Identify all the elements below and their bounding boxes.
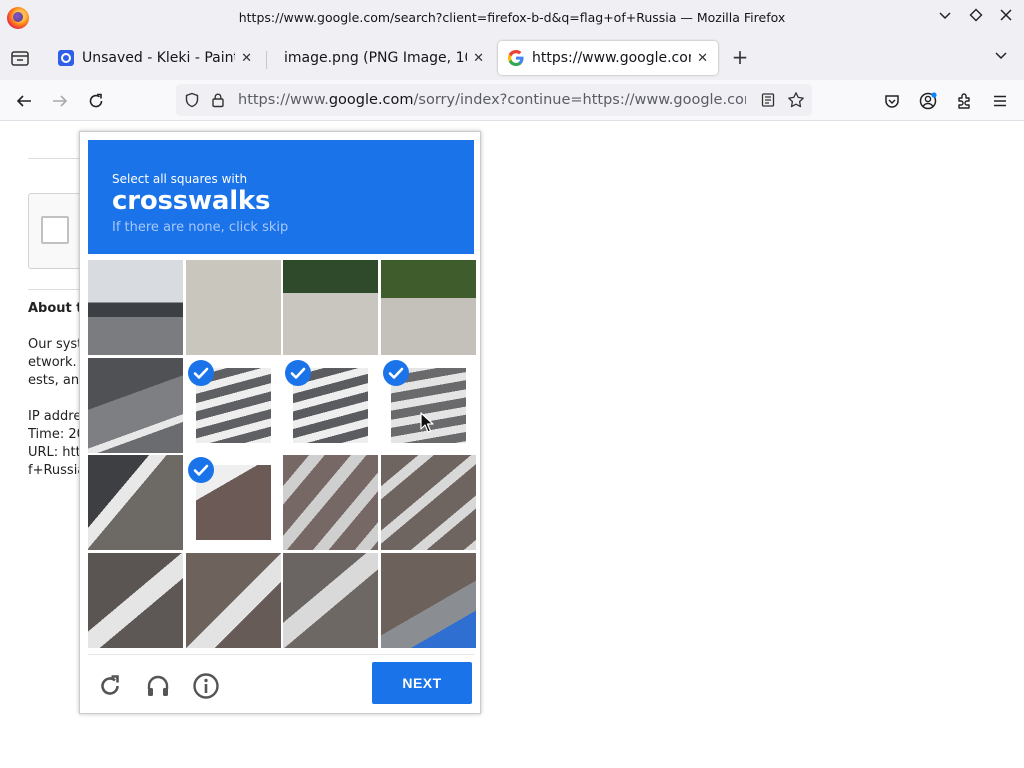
time-line: Time: 20 <box>28 427 85 442</box>
window-title: https://www.google.com/search?client=fir… <box>238 10 786 25</box>
pocket-icon[interactable] <box>879 88 905 114</box>
captcha-tile[interactable] <box>381 455 476 551</box>
challenge-instruction: Select all squares with <box>112 172 248 186</box>
tab-label: image.png (PNG Image, 1016 × 1016 pixels… <box>284 50 467 66</box>
captcha-tile[interactable] <box>381 357 476 453</box>
image-grid <box>88 260 476 648</box>
tab-google[interactable]: https://www.google.com/sorry/index ✕ <box>498 41 718 75</box>
tile-image <box>381 455 476 551</box>
checkmark-icon <box>285 359 312 386</box>
tab-kleki[interactable]: Unsaved - Kleki - Paint Tool ✕ <box>48 41 262 75</box>
url-path: /sorry/index?continue=https://www.google… <box>413 92 746 108</box>
bookmark-star-icon[interactable] <box>786 90 806 110</box>
url-tail-line: f+Russia <box>28 463 86 478</box>
captcha-tile[interactable] <box>381 260 476 355</box>
tile-image <box>88 455 183 551</box>
menu-hamburger-icon[interactable] <box>987 88 1013 114</box>
captcha-tile[interactable] <box>88 260 183 355</box>
account-icon[interactable] <box>915 88 941 114</box>
captcha-tile[interactable] <box>185 553 281 648</box>
lock-icon[interactable] <box>208 90 228 110</box>
captcha-tile[interactable] <box>88 357 183 453</box>
captcha-tile[interactable] <box>88 455 183 551</box>
tile-image <box>381 553 476 648</box>
captcha-tile[interactable] <box>283 455 379 551</box>
minimize-icon[interactable] <box>935 8 955 28</box>
title-bar: https://www.google.com/search?client=fir… <box>0 0 1024 36</box>
checkmark-icon <box>187 457 214 484</box>
checkmark-icon <box>383 359 409 386</box>
tile-image <box>88 357 183 453</box>
captcha-tile[interactable] <box>88 553 183 648</box>
firefox-view-icon[interactable] <box>8 46 32 70</box>
checkmark-icon <box>187 359 214 386</box>
next-button[interactable]: NEXT <box>372 662 472 704</box>
tab-image-png[interactable]: image.png (PNG Image, 1016 × 1016 pixels… <box>274 41 494 75</box>
tile-image <box>185 553 281 648</box>
url-prefix: https://www. <box>238 92 329 108</box>
tab-label: https://www.google.com/sorry/index <box>532 50 691 66</box>
reload-challenge-icon[interactable] <box>96 672 124 700</box>
footer-divider <box>88 654 474 655</box>
tile-image <box>283 455 379 551</box>
tab-label: Unsaved - Kleki - Paint Tool <box>82 50 235 66</box>
tile-image <box>88 553 183 648</box>
challenge-target-word: crosswalks <box>112 186 271 216</box>
close-tab-icon[interactable]: ✕ <box>241 51 252 66</box>
recaptcha-checkbox[interactable] <box>41 216 69 244</box>
tile-image <box>381 260 476 355</box>
maximize-icon[interactable] <box>966 8 986 28</box>
tab-strip: Unsaved - Kleki - Paint Tool ✕ image.png… <box>0 36 1024 80</box>
reload-icon[interactable] <box>83 88 109 114</box>
close-tab-icon[interactable]: ✕ <box>473 51 484 66</box>
tracking-protection-shield-icon[interactable] <box>182 90 202 110</box>
forward-icon[interactable] <box>47 88 73 114</box>
captcha-tile[interactable] <box>283 553 379 648</box>
mouse-cursor-icon <box>420 412 434 438</box>
back-icon[interactable] <box>11 88 37 114</box>
tile-image <box>185 260 281 355</box>
tile-image <box>88 260 183 355</box>
audio-challenge-headphones-icon[interactable] <box>144 672 172 700</box>
challenge-hint: If there are none, click skip <box>112 220 289 235</box>
kleki-favicon-icon <box>58 50 74 66</box>
url-text[interactable]: https://www.google.com/sorry/index?conti… <box>238 92 746 108</box>
close-tab-icon[interactable]: ✕ <box>697 51 708 66</box>
url-bar[interactable]: https://www.google.com/sorry/index?conti… <box>176 84 812 116</box>
ip-address-line: IP addre <box>28 409 82 424</box>
close-window-icon[interactable] <box>996 8 1016 28</box>
navigation-toolbar: https://www.google.com/sorry/index?conti… <box>0 80 1024 121</box>
challenge-header: Select all squares with crosswalks If th… <box>88 140 474 254</box>
google-favicon-icon <box>508 50 524 66</box>
captcha-tile[interactable] <box>283 260 379 355</box>
tab-separator <box>266 51 267 69</box>
extensions-icon[interactable] <box>951 88 977 114</box>
captcha-tile[interactable] <box>185 455 281 551</box>
body-text-line: Our syst <box>28 337 83 352</box>
tile-image <box>283 260 379 355</box>
list-all-tabs-icon[interactable] <box>994 48 1008 66</box>
captcha-tile[interactable] <box>283 357 379 453</box>
body-text-line: etwork. <box>28 355 77 370</box>
captcha-tile[interactable] <box>185 357 281 453</box>
captcha-tile[interactable] <box>185 260 281 355</box>
url-domain: google.com <box>328 92 414 108</box>
tile-image <box>283 553 379 648</box>
reader-view-icon[interactable] <box>758 90 778 110</box>
new-tab-button[interactable]: + <box>728 46 752 70</box>
info-icon[interactable] <box>192 672 220 700</box>
captcha-tile[interactable] <box>381 553 476 648</box>
